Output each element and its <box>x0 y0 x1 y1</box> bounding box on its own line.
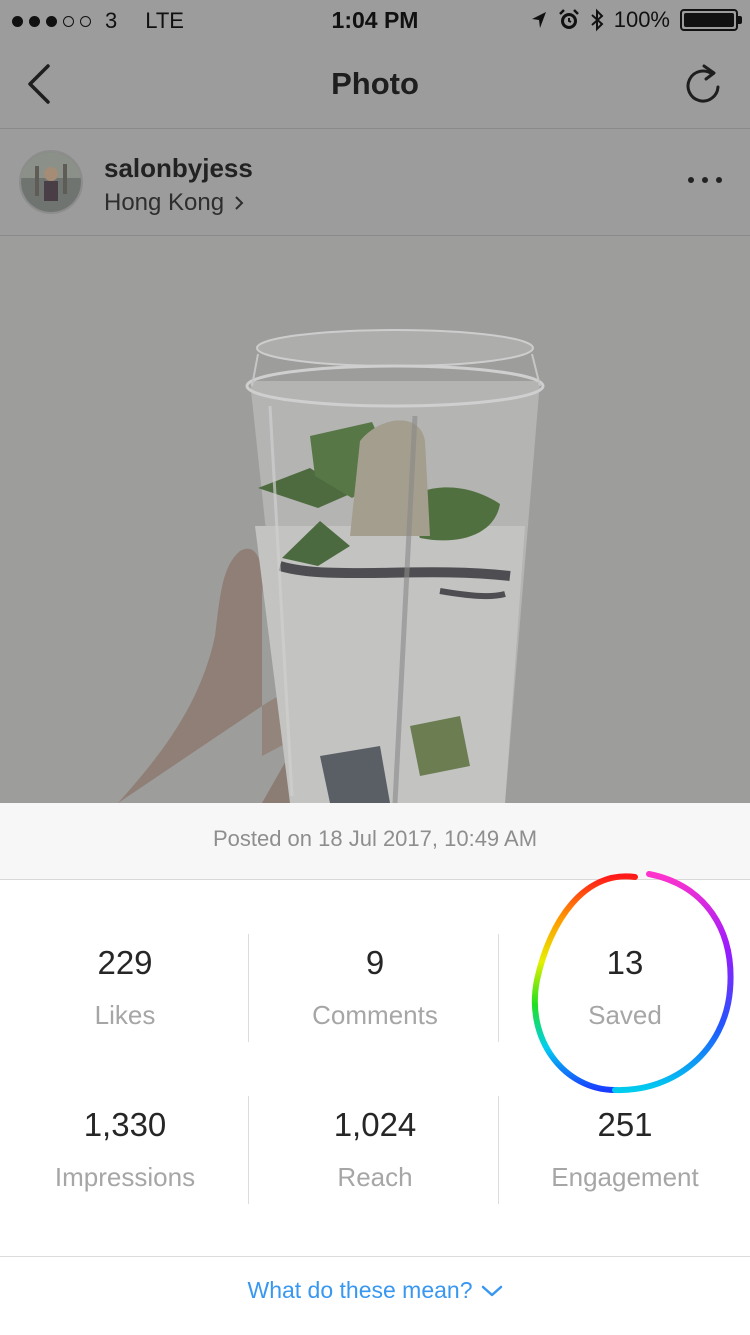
location-link[interactable]: Hong Kong <box>104 189 244 217</box>
stat-label: Saved <box>588 1000 662 1030</box>
chevron-right-icon <box>235 196 244 210</box>
stat-label: Reach <box>337 1162 413 1192</box>
stat-reach: 1,024 Reach <box>250 1106 500 1193</box>
column-divider <box>248 934 249 1042</box>
help-link-label: What do these mean? <box>247 1277 473 1303</box>
dimmed-background: 3 LTE 1:04 PM 100% Photo salonbyjess Hon… <box>0 0 750 803</box>
footer: What do these mean? <box>0 1256 750 1335</box>
battery-percent: 100% <box>613 7 670 32</box>
insights-grid: 229 Likes 9 Comments 13 Saved 1,330 Impr… <box>0 880 750 1256</box>
bluetooth-icon <box>591 8 604 32</box>
what-do-these-mean-link[interactable]: What do these mean? <box>247 1277 502 1304</box>
column-divider <box>498 934 499 1042</box>
more-dot-icon <box>716 177 722 183</box>
avatar[interactable] <box>19 150 83 214</box>
stat-comments: 9 Comments <box>250 944 500 1031</box>
refresh-icon <box>686 64 720 103</box>
more-options-button[interactable] <box>688 173 722 187</box>
stat-impressions: 1,330 Impressions <box>0 1106 250 1193</box>
status-icons: 100% <box>530 7 742 33</box>
battery-fill <box>684 13 734 27</box>
posted-date: Posted on 18 Jul 2017, 10:49 AM <box>212 826 538 851</box>
stat-value: 1,024 <box>333 1106 417 1143</box>
chevron-down-icon <box>481 1285 502 1296</box>
location-arrow-icon <box>531 12 546 28</box>
refresh-button[interactable] <box>684 62 724 106</box>
stat-label: Comments <box>312 1000 438 1030</box>
username[interactable]: salonbyjess <box>104 153 253 184</box>
column-divider <box>248 1096 249 1204</box>
stat-value: 9 <box>365 944 385 981</box>
nav-bar: Photo <box>0 40 750 129</box>
post-photo <box>0 236 750 803</box>
stat-saved: 13 Saved <box>500 944 750 1031</box>
stat-value: 1,330 <box>83 1106 167 1143</box>
column-divider <box>498 1096 499 1204</box>
alarm-icon <box>558 9 579 29</box>
stat-label: Likes <box>94 1000 156 1030</box>
avatar-image <box>21 152 81 212</box>
post-photo-image <box>0 236 750 803</box>
location-label: Hong Kong <box>104 189 225 216</box>
stat-value: 251 <box>597 1106 653 1143</box>
stat-label: Impressions <box>54 1162 196 1192</box>
posted-date-bar: Posted on 18 Jul 2017, 10:49 AM <box>0 803 750 880</box>
stat-likes: 229 Likes <box>0 944 250 1031</box>
more-dot-icon <box>702 177 708 183</box>
more-dot-icon <box>688 177 694 183</box>
page-title: Photo <box>331 66 419 101</box>
stat-value: 13 <box>606 944 644 981</box>
battery-icon <box>680 9 742 31</box>
post-header: salonbyjess Hong Kong <box>0 129 750 236</box>
stat-engagement: 251 Engagement <box>500 1106 750 1193</box>
status-bar: 3 LTE 1:04 PM 100% <box>0 0 750 40</box>
stat-label: Engagement <box>551 1162 699 1192</box>
stat-value: 229 <box>97 944 153 981</box>
